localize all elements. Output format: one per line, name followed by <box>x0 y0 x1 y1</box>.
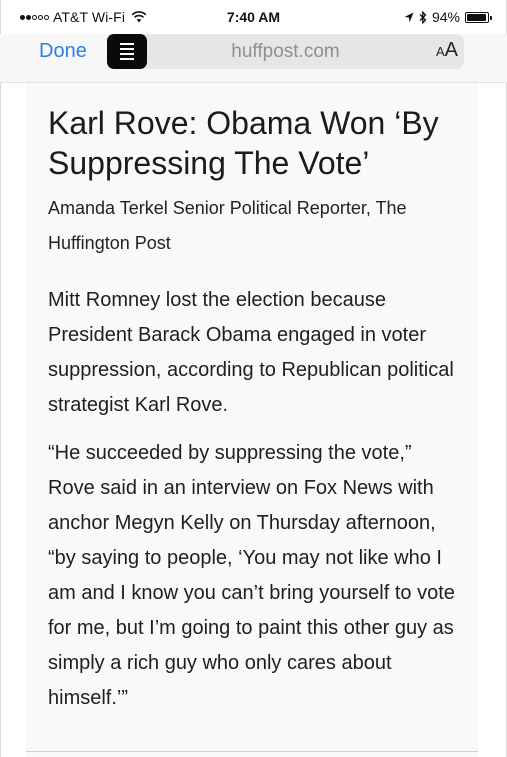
reader-view-button[interactable] <box>107 34 147 69</box>
location-arrow-icon <box>404 12 414 22</box>
text-size-button[interactable]: AA <box>436 39 458 62</box>
battery-fill <box>467 13 486 21</box>
battery-nub <box>490 15 492 20</box>
status-right: 94% <box>404 9 492 25</box>
battery-percent: 94% <box>431 9 460 25</box>
done-button[interactable]: Done <box>39 40 87 63</box>
article-bottom-border <box>26 751 478 752</box>
reader-icon-line <box>120 43 134 45</box>
url-text: huffpost.com <box>231 41 340 62</box>
reader-icon-line <box>120 58 134 60</box>
frame-left-edge <box>0 0 1 757</box>
article-paragraph: Mitt Romney lost the election because Pr… <box>48 289 454 416</box>
reader-toolbar: Done huffpost.com AA <box>0 34 507 83</box>
battery-icon <box>465 11 492 23</box>
article-byline: Amanda Terkel Senior Political Reporter,… <box>48 198 407 253</box>
reader-icon-line <box>120 48 134 50</box>
text-size-small-glyph: A <box>435 44 445 59</box>
text-size-large-glyph: A <box>444 39 458 61</box>
reader-icon-line <box>120 53 134 55</box>
article-content: Karl Rove: Obama Won ‘By Suppressing The… <box>26 83 478 716</box>
article-paragraph: “He succeeded by suppressing the vote,” … <box>48 442 455 709</box>
article-headline: Karl Rove: Obama Won ‘By Suppressing The… <box>48 105 439 181</box>
address-bar[interactable]: huffpost.com AA <box>107 34 464 69</box>
bluetooth-icon <box>419 10 427 24</box>
reader-article[interactable]: Karl Rove: Obama Won ‘By Suppressing The… <box>26 83 478 757</box>
status-bar: AT&T Wi-Fi 7:40 AM 94% <box>0 0 507 34</box>
